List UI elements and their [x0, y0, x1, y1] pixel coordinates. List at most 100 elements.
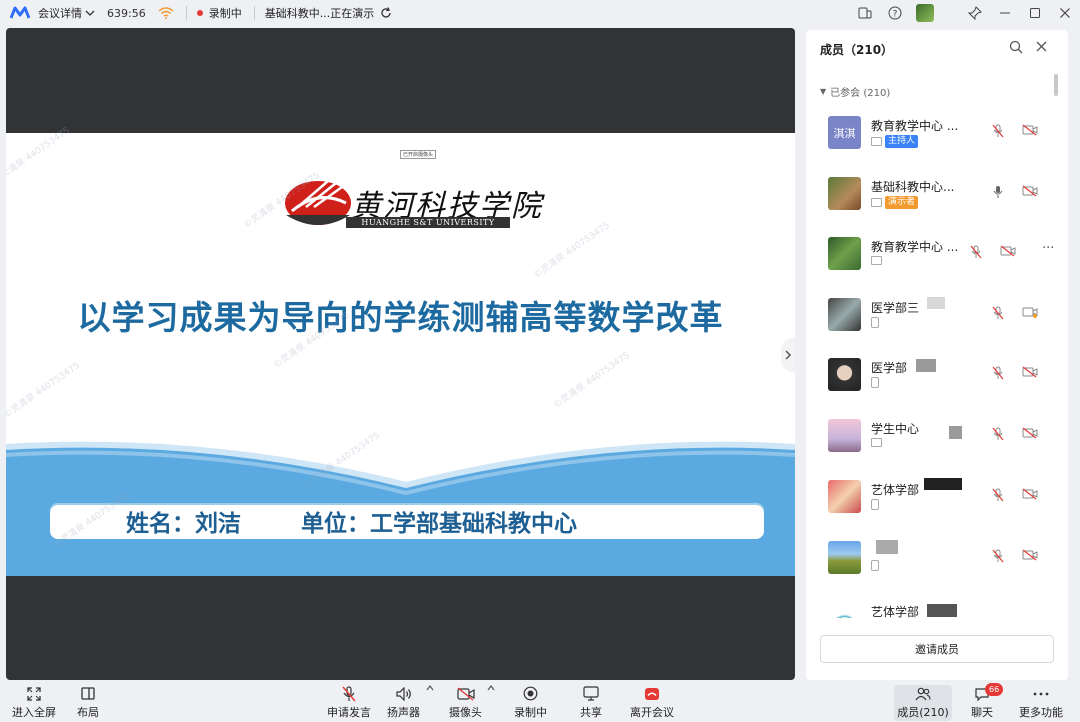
chat-unread-badge: 66: [985, 683, 1004, 696]
camera-off-icon[interactable]: [1022, 427, 1038, 439]
avatar: [828, 480, 861, 513]
wifi-icon: [158, 7, 174, 19]
close-icon[interactable]: [1050, 0, 1080, 26]
shared-screen[interactable]: 已开启摄像头 黄河科技学院 HUANGHE S&T UNIVERSITY 以学习…: [6, 28, 795, 680]
chat-button[interactable]: 聊天 66: [971, 683, 1004, 720]
fullscreen-button[interactable]: 进入全屏: [12, 685, 56, 720]
share-label: 共享: [580, 706, 602, 719]
camera-off-icon[interactable]: [1022, 185, 1038, 197]
chevron-right-icon: [785, 350, 792, 360]
recording-button[interactable]: 录制中: [514, 685, 547, 720]
member-name: 艺体学部: [871, 483, 920, 497]
camera-button[interactable]: 摄像头: [449, 685, 482, 720]
mic-muted-icon[interactable]: [970, 245, 982, 259]
university-name-en: HUANGHE S&T UNIVERSITY: [346, 217, 510, 228]
record-icon: [523, 686, 538, 701]
camera-off-icon[interactable]: [1022, 124, 1038, 136]
camera-off-icon[interactable]: [1022, 488, 1038, 500]
camera-options-caret[interactable]: [487, 685, 495, 691]
redacted-text: [876, 540, 898, 554]
watermark: ©灵清泉 440753475: [532, 220, 612, 281]
member-name: 医学部: [871, 361, 908, 375]
avatar: [828, 602, 861, 618]
member-row[interactable]: 学生中心: [828, 419, 1060, 467]
divider: [185, 6, 187, 20]
member-row[interactable]: 艺体学部: [828, 602, 1060, 618]
member-name: 教育教学中心 ...: [871, 119, 959, 133]
title-bar: 会议详情 639:56 录制中 基础科教中...正在演示 ?: [0, 0, 1080, 26]
pin-icon[interactable]: [960, 0, 990, 26]
member-row[interactable]: 教育教学中心 ... ···: [828, 237, 1060, 285]
layout-switch-icon[interactable]: [850, 0, 880, 26]
chevron-down-icon: [85, 10, 95, 16]
phone-icon: [871, 377, 879, 388]
speaker-button[interactable]: 扬声器: [387, 685, 420, 720]
members-header: 成员（210）: [806, 30, 1068, 68]
maximize-icon[interactable]: [1020, 0, 1050, 26]
member-row[interactable]: 淇淇 教育教学中心 ... 主持人: [828, 116, 1060, 164]
mic-icon[interactable]: [992, 185, 1004, 199]
member-name: 学生中心: [871, 422, 920, 436]
presenter-unit: 单位：工学部基础科教中心: [301, 511, 577, 537]
attended-group-toggle[interactable]: ▼ 已参会 (210): [820, 84, 890, 99]
camera-icon[interactable]: [1022, 306, 1038, 318]
member-row[interactable]: 医学部三: [828, 297, 1060, 346]
slide-title: 以学习成果为导向的学练测辅高等数学改革: [77, 298, 724, 337]
app-logo-icon: [10, 6, 30, 19]
svg-text:?: ?: [893, 10, 898, 20]
member-name: 医学部三: [871, 301, 920, 315]
expand-panel-button[interactable]: [781, 337, 795, 373]
mic-muted-icon[interactable]: [992, 306, 1004, 320]
window-controls: ?: [850, 0, 1080, 26]
member-row[interactable]: [828, 540, 1060, 589]
member-row[interactable]: 医学部: [828, 358, 1060, 406]
close-icon[interactable]: [1035, 40, 1048, 53]
invite-members-button[interactable]: 邀请成员: [820, 635, 1054, 663]
minimize-icon[interactable]: [990, 0, 1020, 26]
camera-off-icon[interactable]: [1022, 549, 1038, 561]
refresh-icon[interactable]: [380, 7, 392, 19]
more-features-button[interactable]: 更多功能: [1019, 685, 1063, 720]
mic-muted-icon[interactable]: [992, 488, 1004, 502]
mic-muted-icon[interactable]: [992, 427, 1004, 441]
meeting-details-menu[interactable]: 会议详情: [38, 5, 95, 21]
presentation-slide: 已开启摄像头 黄河科技学院 HUANGHE S&T UNIVERSITY 以学习…: [6, 133, 795, 576]
mic-muted-icon[interactable]: [992, 124, 1004, 138]
search-icon[interactable]: [1009, 40, 1023, 54]
request-speak-label: 申请发言: [327, 706, 371, 719]
member-row[interactable]: 基础科教中心... 演示者: [828, 177, 1060, 225]
more-icon: [1033, 692, 1049, 695]
speaker-options-caret[interactable]: [426, 685, 434, 691]
avatar: [828, 237, 861, 270]
speaker-icon: [395, 686, 411, 701]
members-toolbar-button[interactable]: 成员(210): [894, 685, 952, 721]
watermark: ©灵清泉 440753475: [6, 360, 82, 421]
recording-indicator[interactable]: 录制中: [196, 5, 242, 21]
presenter-badge: 演示者: [885, 196, 919, 209]
member-row[interactable]: 艺体学部: [828, 478, 1060, 528]
more-options-icon[interactable]: ···: [1042, 241, 1054, 256]
layout-button[interactable]: 布局: [77, 685, 99, 720]
avatar: [828, 177, 861, 210]
scrollbar-thumb[interactable]: [1054, 74, 1058, 96]
camera-off-icon[interactable]: [1000, 245, 1016, 257]
leave-meeting-button[interactable]: 离开会议: [630, 685, 674, 720]
share-button[interactable]: 共享: [580, 685, 602, 720]
members-toolbar-label: 成员(210): [897, 706, 949, 719]
member-name: 基础科教中心...: [871, 180, 955, 194]
speaker-label: 扬声器: [387, 706, 420, 719]
meeting-toolbar: 进入全屏 布局 申请发言 扬声器 摄像头 录制中 共享 离开会议 成员(210)…: [0, 682, 1080, 722]
divider: [253, 6, 255, 20]
redacted-text: [927, 297, 945, 309]
mic-muted-icon[interactable]: [992, 549, 1004, 563]
mic-muted-icon[interactable]: [992, 366, 1004, 380]
user-avatar[interactable]: [910, 0, 940, 26]
request-speak-button[interactable]: 申请发言: [327, 685, 371, 720]
camera-off-icon[interactable]: [1022, 366, 1038, 378]
more-features-label: 更多功能: [1019, 706, 1063, 719]
members-icon: [915, 687, 931, 700]
recording-label: 录制中: [208, 7, 242, 20]
record-dot-icon: [196, 10, 203, 16]
attended-group-label: 已参会 (210): [830, 88, 891, 99]
help-icon[interactable]: ?: [880, 0, 910, 26]
